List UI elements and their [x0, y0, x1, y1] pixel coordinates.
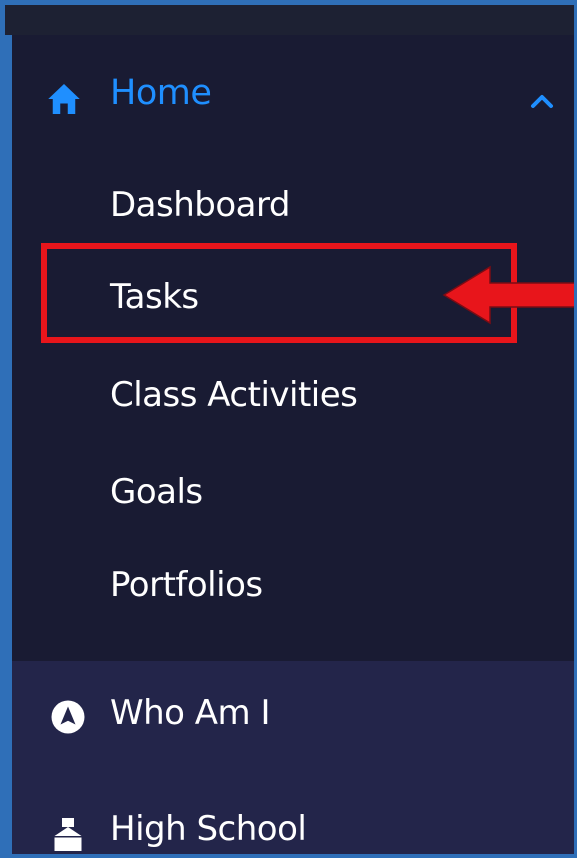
top-strip [5, 5, 574, 35]
sidebar: Home Dashboard Tasks Class Activities Go… [12, 35, 574, 854]
chevron-up-icon[interactable] [528, 91, 556, 111]
sidebar-item-who-am-i[interactable]: Who Am I [12, 683, 574, 753]
compass-icon [51, 700, 85, 734]
sidebar-item-who-am-i-label: Who Am I [110, 693, 271, 733]
sidebar-item-high-school-label: High School [110, 809, 307, 849]
screenshot-frame: Home Dashboard Tasks Class Activities Go… [0, 0, 577, 858]
sidebar-item-high-school[interactable]: High School [12, 799, 574, 854]
sidebar-subitem-goals[interactable]: Goals [110, 472, 203, 512]
sidebar-subitem-class-activities[interactable]: Class Activities [110, 375, 358, 415]
home-section: Home Dashboard Tasks Class Activities Go… [12, 35, 574, 661]
pointer-arrow-icon [442, 265, 574, 325]
sidebar-subitem-dashboard[interactable]: Dashboard [110, 185, 290, 225]
sidebar-item-home[interactable]: Home [12, 61, 574, 133]
lower-nav-section: Who Am I High School [12, 661, 574, 854]
sidebar-subitem-portfolios[interactable]: Portfolios [110, 565, 263, 605]
home-icon [48, 84, 80, 114]
school-building-icon [54, 818, 82, 851]
sidebar-item-home-label: Home [110, 73, 212, 113]
